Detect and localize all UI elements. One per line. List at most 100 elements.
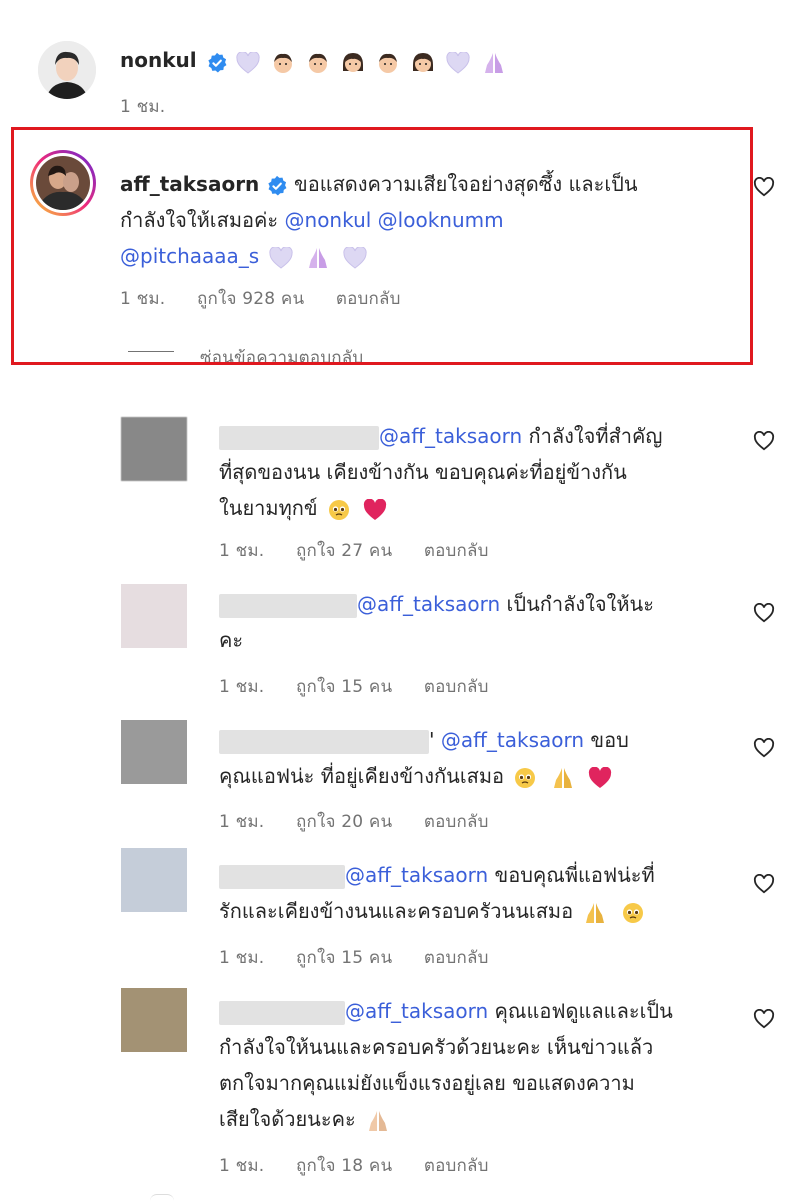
reply-avatar[interactable] xyxy=(121,584,187,648)
timestamp: 1 ชม. xyxy=(219,812,265,832)
man-face-icon xyxy=(309,53,327,73)
reply-text: กำลังใจให้นนและครอบครัวด้วยนะคะ เห็นข่าว… xyxy=(219,1035,654,1059)
reply-body: @aff_taksaorn คุณแอฟดูแลและเป็น กำลังใจใ… xyxy=(219,993,739,1137)
folded-hands-icon xyxy=(485,52,504,73)
mention-link[interactable]: @nonkul xyxy=(285,208,372,232)
comment-meta: 1 ชม. ถูกใจ 928 คน ตอบกลับ xyxy=(120,285,427,312)
reply-text: ตกใจมากคุณแม่ยังแข็งแรงอยู่เลย ขอแสดงควา… xyxy=(219,1071,635,1095)
reply-button[interactable]: ตอบกลับ xyxy=(424,541,489,561)
blurred-username xyxy=(219,425,379,450)
timestamp: 1 ชม. xyxy=(219,1156,265,1176)
reply-button[interactable]: ตอบกลับ xyxy=(424,948,489,968)
username[interactable]: aff_taksaorn xyxy=(120,172,259,196)
comment-meta: 1 ชม. xyxy=(120,93,191,120)
man-face-icon xyxy=(379,53,398,73)
reply-button[interactable]: ตอบกลับ xyxy=(424,1156,489,1176)
avatar[interactable] xyxy=(38,41,96,99)
comment-body: aff_taksaorn ขอแสดงความเสียใจอย่างสุดซึ้… xyxy=(120,166,720,274)
timestamp: 1 ชม. xyxy=(120,289,166,309)
blurred-username xyxy=(219,593,357,618)
like-count[interactable]: ถูกใจ 15 คน xyxy=(296,948,392,968)
reply-button[interactable]: ตอบกลับ xyxy=(424,677,489,697)
timestamp: 1 ชม. xyxy=(219,541,265,561)
reply-button[interactable]: ตอบกลับ xyxy=(336,289,401,309)
reply-text: เสียใจด้วยนะคะ xyxy=(219,1107,356,1131)
folded-hands-icon xyxy=(308,247,327,268)
reply-avatar[interactable] xyxy=(121,848,187,912)
reply-button[interactable]: ตอบกลับ xyxy=(424,812,489,832)
reply-meta: 1 ชม. ถูกใจ 18 คน ตอบกลับ xyxy=(219,1152,515,1179)
verified-icon xyxy=(208,52,227,72)
like-heart-icon[interactable] xyxy=(753,177,775,197)
reply-body: @aff_taksaorn ขอบคุณพี่แอฟน่ะที่ รักและเ… xyxy=(219,857,739,929)
folded-hands-icon xyxy=(369,1110,388,1131)
woman-face-icon xyxy=(413,52,434,72)
white-heart-icon xyxy=(268,246,293,269)
reply-text: คะ xyxy=(219,628,244,652)
reply-text: คุณแอฟดูแลและเป็น xyxy=(488,999,673,1023)
mention-link[interactable]: @aff_taksaorn xyxy=(379,424,522,448)
pleading-face-icon xyxy=(515,767,536,788)
man-face-icon xyxy=(273,53,292,73)
reply-avatar[interactable] xyxy=(121,988,187,1052)
mention-link[interactable]: @aff_taksaorn xyxy=(345,863,488,887)
timestamp: 1 ชม. xyxy=(120,97,166,117)
reply-text: ขอบ xyxy=(584,728,629,752)
like-count[interactable]: ถูกใจ 20 คน xyxy=(296,812,392,832)
like-count[interactable]: ถูกใจ 928 คน xyxy=(197,289,304,309)
avatar[interactable] xyxy=(30,150,96,216)
comment-header: nonkul xyxy=(120,48,510,78)
white-heart-icon xyxy=(236,51,260,74)
mention-link[interactable]: @aff_taksaorn xyxy=(441,728,584,752)
reply-avatar[interactable] xyxy=(121,417,187,481)
like-heart-icon[interactable] xyxy=(753,738,775,758)
reply-body: @aff_taksaorn กำลังใจที่สำคัญ ที่สุดของน… xyxy=(219,418,739,526)
reply-text: ขอบคุณพี่แอฟน่ะที่ xyxy=(488,863,655,887)
timestamp: 1 ชม. xyxy=(219,948,265,968)
reply-text: ที่สุดของนน เคียงข้างกัน ขอบคุณค่ะที่อยู… xyxy=(219,460,627,484)
like-heart-icon[interactable] xyxy=(753,1009,775,1029)
verified-icon xyxy=(268,175,287,195)
reply-text: กำลังใจที่สำคัญ xyxy=(522,424,663,448)
reply-meta: 1 ชม. ถูกใจ 15 คน ตอบกลับ xyxy=(219,673,515,700)
like-count[interactable]: ถูกใจ 15 คน xyxy=(296,677,392,697)
like-heart-icon[interactable] xyxy=(753,603,775,623)
reply-meta: 1 ชม. ถูกใจ 15 คน ตอบกลับ xyxy=(219,944,515,971)
folded-hands-icon xyxy=(553,767,572,788)
blurred-username xyxy=(219,1000,345,1025)
mention-link[interactable]: @pitchaaaa_s xyxy=(120,244,259,268)
username[interactable]: nonkul xyxy=(120,48,197,72)
reply-text: รักและเคียงข้างนนและครอบครัวนนเสมอ xyxy=(219,899,574,923)
blurred-username xyxy=(219,864,345,889)
blurred-username xyxy=(219,729,429,754)
white-heart-icon xyxy=(446,51,470,74)
reply-text: เป็นกำลังใจให้นะ xyxy=(500,592,654,616)
like-heart-icon[interactable] xyxy=(753,874,775,894)
like-count[interactable]: ถูกใจ 27 คน xyxy=(296,541,392,561)
like-count[interactable]: ถูกใจ 18 คน xyxy=(296,1156,392,1176)
reply-body: @aff_taksaorn เป็นกำลังใจให้นะ คะ xyxy=(219,586,739,658)
like-heart-icon[interactable] xyxy=(753,431,775,451)
reply-text: ในยามทุกข์ xyxy=(219,496,318,520)
mention-link[interactable]: @aff_taksaorn xyxy=(345,999,488,1023)
comment-text: ขอแสดงความเสียใจอย่างสุดซึ้ง และเป็น xyxy=(294,172,638,196)
reply-meta: 1 ชม. ถูกใจ 20 คน ตอบกลับ xyxy=(219,808,515,835)
white-heart-icon xyxy=(343,246,367,269)
reply-body: ' @aff_taksaorn ขอบ คุณแอฟน่ะ ที่อยู่เคี… xyxy=(219,728,629,788)
reply-avatar[interactable] xyxy=(121,720,187,784)
mention-link[interactable]: @aff_taksaorn xyxy=(357,592,500,616)
reply-meta: 1 ชม. ถูกใจ 27 คน ตอบกลับ xyxy=(219,537,515,564)
red-heart-icon xyxy=(364,498,387,520)
pleading-face-icon xyxy=(328,499,349,520)
hide-replies-row[interactable]: ซ่อนข้อความตอบกลับ xyxy=(14,342,750,362)
hide-replies-button[interactable]: ซ่อนข้อความตอบกลับ xyxy=(200,344,363,362)
reply-text: คุณแอฟน่ะ ที่อยู่เคียงข้างกันเสมอ xyxy=(219,764,505,788)
folded-hands-icon xyxy=(586,902,605,923)
mention-link[interactable]: @looknumm xyxy=(378,208,504,232)
timestamp: 1 ชม. xyxy=(219,677,265,697)
red-heart-icon xyxy=(589,766,612,788)
pleading-face-icon xyxy=(622,902,643,923)
divider-line xyxy=(128,351,174,352)
comment-text: กำลังใจให้เสมอค่ะ xyxy=(120,208,285,232)
woman-face-icon xyxy=(343,52,364,72)
